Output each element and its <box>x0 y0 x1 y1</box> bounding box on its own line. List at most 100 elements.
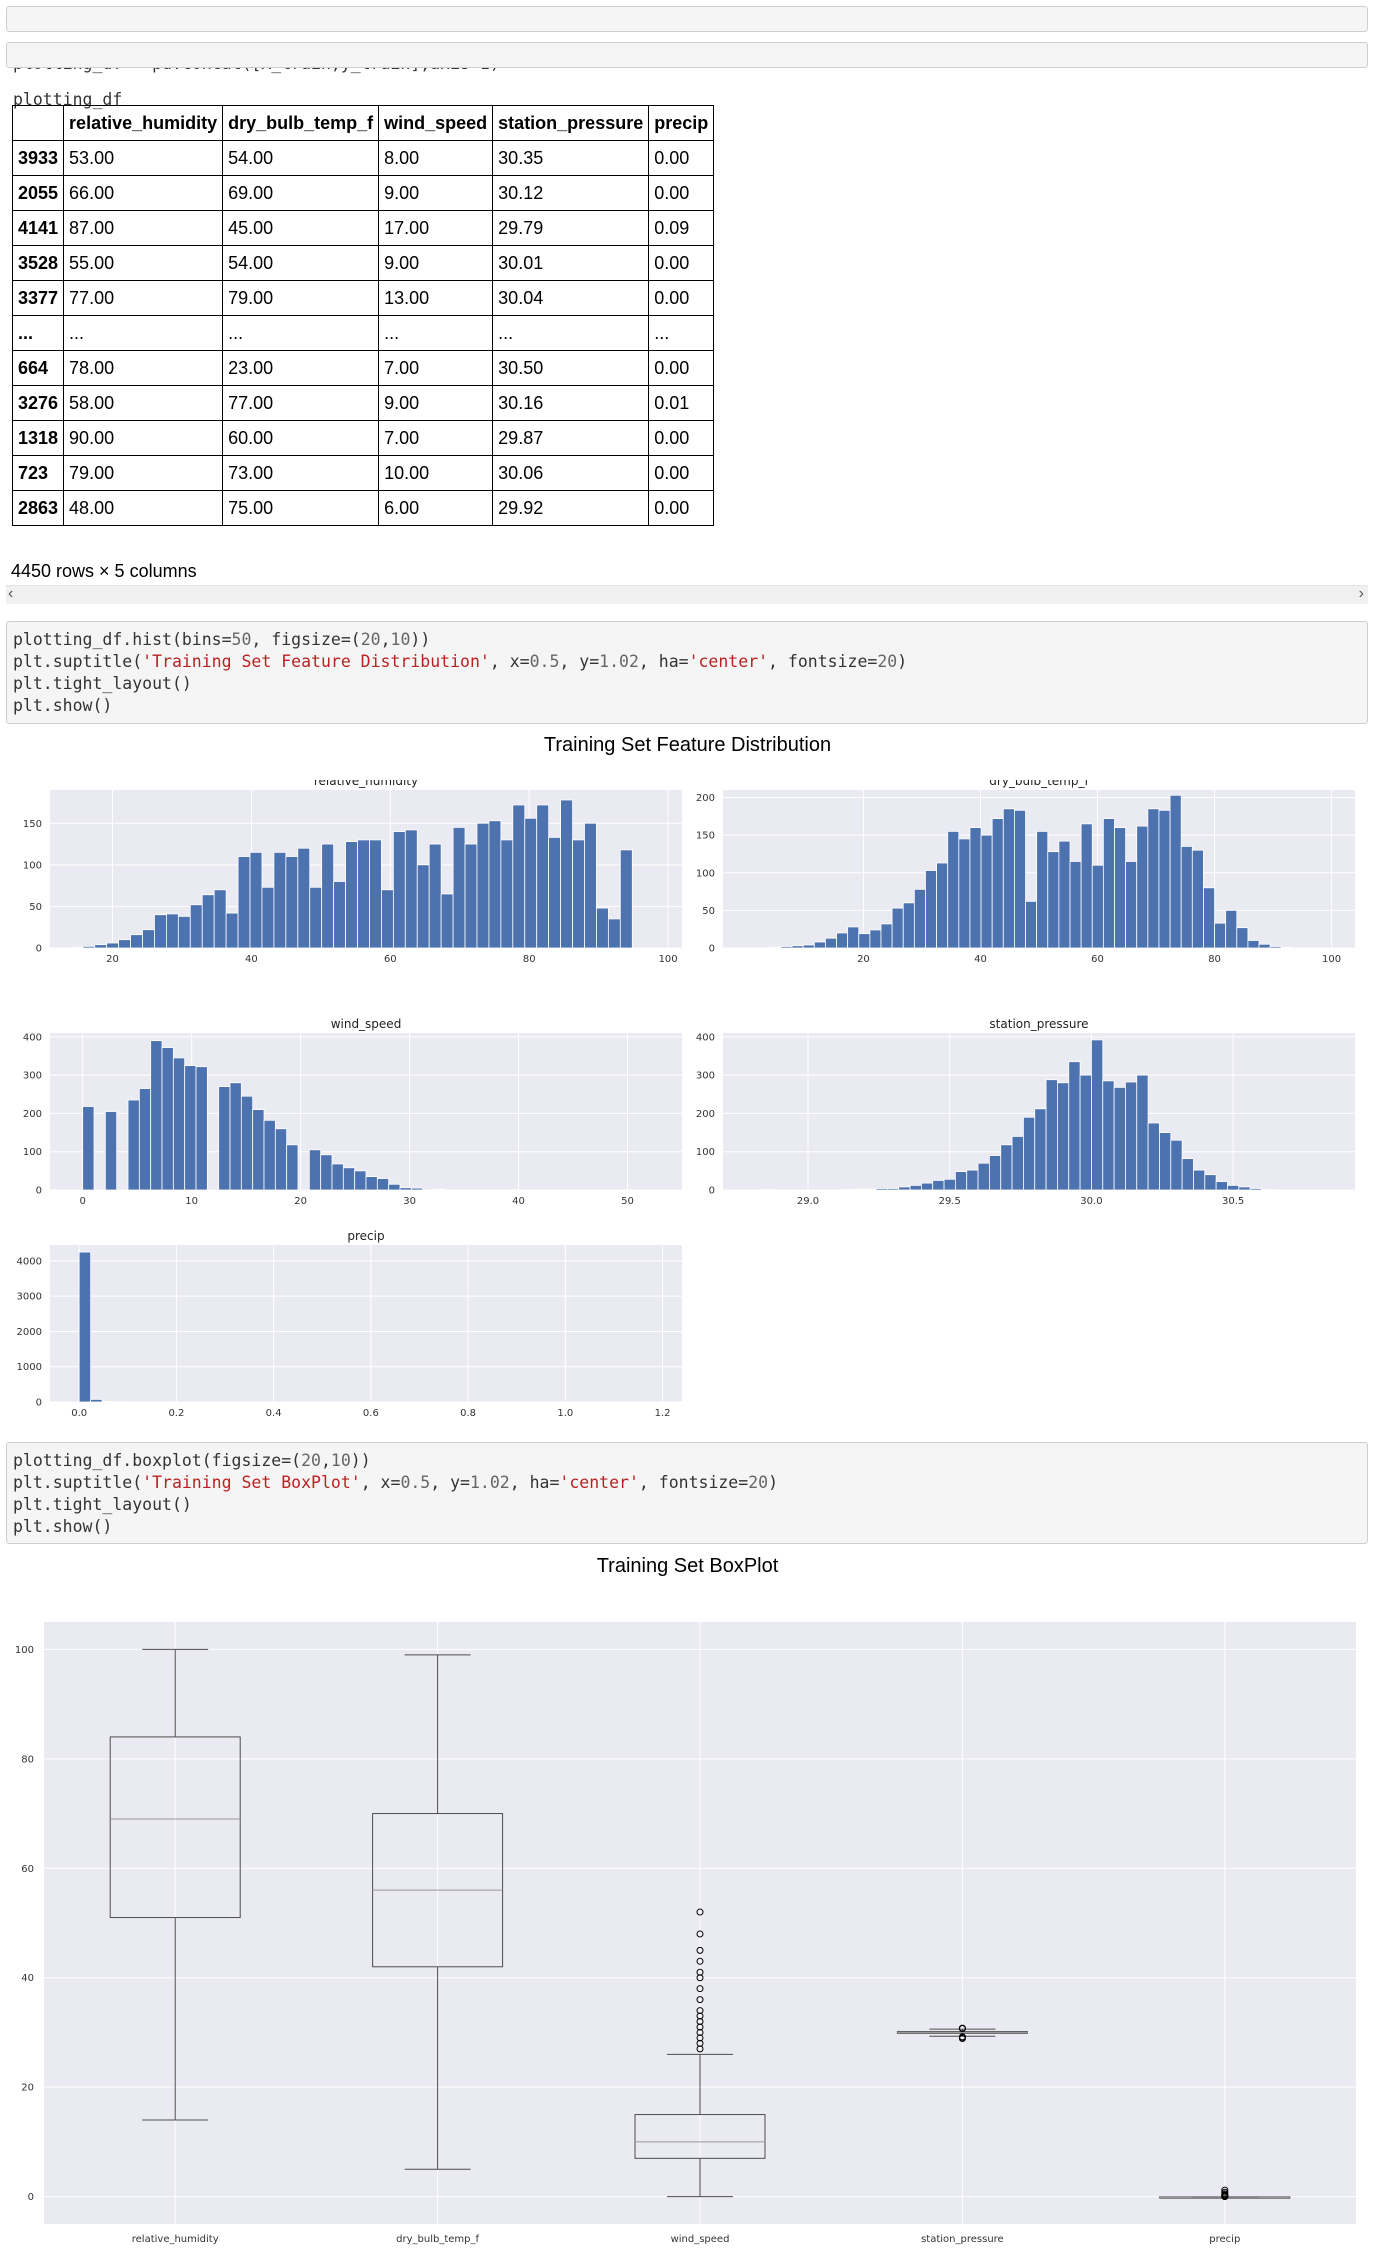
histogram-bar <box>512 804 526 949</box>
table-cell: 77.00 <box>63 280 224 316</box>
histogram-bar <box>1102 818 1115 949</box>
table-cell: 29.87 <box>492 420 650 456</box>
histogram-bar <box>320 1154 333 1191</box>
histogram-bar <box>1136 825 1149 949</box>
histogram-bar <box>1158 809 1171 949</box>
table-cell: 30.04 <box>492 280 650 316</box>
y-tick-label: 100 <box>696 868 715 879</box>
x-tick-label: 20 <box>294 1196 307 1207</box>
code-line: plt.suptitle('Training Set Feature Distr… <box>13 651 1361 673</box>
row-index: 3276 <box>11 385 65 421</box>
code-cell-hist[interactable]: plotting_df.hist(bins=50, figsize=(20,10… <box>6 621 1368 724</box>
y-tick-label: 0 <box>28 2192 34 2203</box>
code-token: plt.suptitle( <box>13 1473 143 1492</box>
table-cell: 30.35 <box>492 140 650 176</box>
y-tick-label: 50 <box>29 902 42 913</box>
histogram-bar <box>213 889 227 949</box>
histogram-bar <box>1236 927 1249 949</box>
chevron-left-icon[interactable]: ‹ <box>8 585 13 603</box>
dataframe-table: relative_humidity dry_bulb_temp_f wind_s… <box>11 105 715 526</box>
code-token: plt.tight_layout() <box>13 674 192 693</box>
table-cell: 17.00 <box>378 210 494 246</box>
table-cell: 10.00 <box>378 455 494 491</box>
boxplot-figure: 0 20 40 60 80 100 relative_humidity dry_bulb_te… <box>15 1622 1356 2245</box>
histogram-bar <box>342 1167 356 1191</box>
table-cell: 75.00 <box>222 490 380 526</box>
y-tick-label: 400 <box>696 1032 715 1043</box>
histogram-bar <box>902 902 915 949</box>
table-cell: 30.01 <box>492 245 650 281</box>
histogram-bar <box>791 945 804 949</box>
row-index: 664 <box>11 350 65 386</box>
histogram-bar <box>357 839 370 949</box>
histogram-bar <box>104 1111 118 1191</box>
histogram-bar <box>802 944 815 949</box>
histogram-bar <box>331 1163 344 1191</box>
histogram-bar <box>1114 827 1127 949</box>
histogram-bar <box>240 1095 254 1191</box>
code-cell-concat[interactable]: plotting_df = pd.concat([X_train,y_train… <box>6 6 1368 73</box>
histogram-bar <box>365 1176 378 1191</box>
row-index: 3933 <box>11 140 65 176</box>
code-token: plt.show() <box>13 696 113 715</box>
column-header: precip <box>648 105 715 141</box>
table-row: .................. <box>11 315 715 351</box>
code-token: 0.5 <box>400 1473 431 1492</box>
row-index: 3528 <box>11 245 65 281</box>
histogram-bar <box>410 1187 424 1191</box>
y-tick-label: 50 <box>702 906 715 917</box>
code-cell-boxplot[interactable]: plotting_df.boxplot(figsize=(20,10)) plt.… <box>6 1442 1368 1544</box>
histogram-bar <box>886 1188 900 1191</box>
histogram-bar <box>286 1144 299 1191</box>
y-tick-label: 100 <box>696 1147 715 1158</box>
histogram-bar <box>966 1169 979 1191</box>
histogram-bar <box>229 1082 242 1191</box>
histogram-bar <box>813 941 826 949</box>
histogram-bar <box>898 1186 911 1191</box>
code-cell-show-df[interactable]: plotting_df <box>6 42 1368 109</box>
y-tick-label: 3000 <box>17 1292 42 1303</box>
histogram-bar <box>1091 1039 1104 1191</box>
x-tick-label: 10 <box>185 1196 198 1207</box>
histogram-bar <box>524 817 538 949</box>
histogram-bar <box>150 1040 163 1191</box>
chevron-right-icon[interactable]: › <box>1359 585 1364 603</box>
code-token: , x= <box>360 1473 401 1492</box>
table-row: 3933 53.00 54.00 8.00 30.35 0.00 <box>11 140 715 176</box>
table-row: 723 79.00 73.00 10.00 30.06 0.00 <box>11 455 715 491</box>
histogram-bar <box>154 914 167 949</box>
hist-panel-dry_bulb_temp_f: 20 40 60 80 100 0 50 100 150 200 dry_bulb_temp_f <box>696 780 1355 965</box>
histogram-bar <box>263 1119 276 1191</box>
code-token: , ha= <box>509 1473 560 1492</box>
histogram-bar <box>1034 1108 1047 1191</box>
histogram-bar <box>909 1185 922 1191</box>
histogram-bar <box>118 939 131 949</box>
histogram-bar <box>943 1178 956 1191</box>
histogram-bar <box>1069 861 1082 949</box>
histogram-bar <box>308 1149 322 1191</box>
y-tick-label: 100 <box>23 860 42 871</box>
histogram-bar <box>947 830 960 949</box>
horizontal-scrollbar[interactable]: ‹ › <box>6 585 1368 604</box>
table-cell: ... <box>648 315 715 351</box>
code-token: ) <box>768 1473 778 1492</box>
code-line: plotting_df.hist(bins=50, figsize=(20,10… <box>13 629 1361 651</box>
histogram-bar <box>376 1178 390 1191</box>
histogram-bar <box>1169 794 1182 949</box>
table-cell: 0.01 <box>648 385 715 421</box>
plot-area <box>50 1245 682 1402</box>
table-cell: 73.00 <box>222 455 380 491</box>
y-tick-label: 0 <box>36 1186 42 1197</box>
histogram-bar <box>1147 808 1160 949</box>
histogram-bar <box>1002 808 1015 949</box>
column-header <box>11 105 65 141</box>
histogram-bar <box>1204 1174 1217 1191</box>
histogram-bar <box>536 804 550 949</box>
table-row: 2055 66.00 69.00 9.00 30.12 0.00 <box>11 175 715 211</box>
histogram-bar <box>607 918 621 949</box>
histogram-bar <box>864 1188 877 1191</box>
histogram-bar <box>936 862 949 949</box>
y-tick-label: 400 <box>23 1032 42 1043</box>
code-line: plt.show() <box>13 695 1361 717</box>
panel-title: precip <box>347 1229 384 1243</box>
